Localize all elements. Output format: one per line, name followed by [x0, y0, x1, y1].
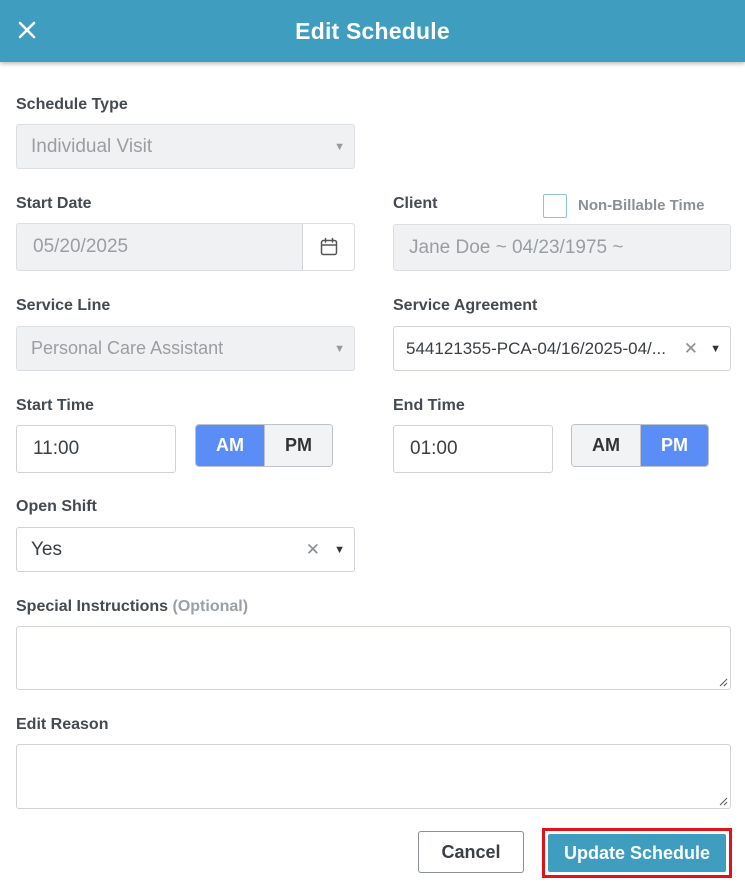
- start-date-label: Start Date: [16, 195, 92, 212]
- end-time-pm-button[interactable]: PM: [640, 425, 708, 466]
- start-time-pm-button[interactable]: PM: [264, 425, 332, 466]
- open-shift-select[interactable]: Yes ✕ ▼: [16, 527, 355, 572]
- end-time-ampm-toggle: AM PM: [571, 424, 709, 467]
- calendar-icon: [320, 237, 337, 256]
- special-instructions-label-text: Special Instructions: [16, 598, 169, 615]
- schedule-type-label: Schedule Type: [16, 96, 128, 113]
- end-time-label: End Time: [393, 397, 465, 414]
- edit-reason-textarea[interactable]: [16, 744, 731, 809]
- service-agreement-value: 544121355-PCA-04/16/2025-04/...: [406, 338, 666, 358]
- modal-header: Edit Schedule: [0, 0, 745, 62]
- service-agreement-select[interactable]: 544121355-PCA-04/16/2025-04/... ✕ ▼: [393, 326, 731, 371]
- optional-label: (Optional): [172, 598, 249, 615]
- close-icon[interactable]: [14, 17, 40, 43]
- client-value: Jane Doe ~ 04/23/1975 ~: [409, 236, 624, 258]
- non-billable-checkbox[interactable]: [543, 194, 567, 218]
- chevron-down-icon: ▼: [334, 140, 345, 153]
- schedule-type-value: Individual Visit: [31, 135, 153, 157]
- open-shift-label: Open Shift: [16, 498, 97, 515]
- schedule-type-select: Individual Visit ▼: [16, 124, 355, 169]
- service-line-label: Service Line: [16, 297, 111, 314]
- calendar-button[interactable]: [302, 224, 354, 270]
- service-line-select: Personal Care Assistant ▼: [16, 326, 355, 371]
- service-line-value: Personal Care Assistant: [31, 338, 224, 358]
- modal-title: Edit Schedule: [295, 17, 450, 44]
- client-field: Jane Doe ~ 04/23/1975 ~: [393, 224, 731, 271]
- start-time-label: Start Time: [16, 397, 94, 414]
- resize-grip-icon[interactable]: [718, 677, 728, 687]
- clear-icon[interactable]: ✕: [684, 339, 698, 359]
- client-label: Client: [393, 195, 438, 212]
- special-instructions-label: Special Instructions (Optional): [16, 598, 248, 616]
- start-time-value: 11:00: [33, 438, 80, 459]
- update-schedule-highlight: Update Schedule: [542, 828, 732, 878]
- start-time-input[interactable]: 11:00: [16, 425, 176, 473]
- start-time-am-button[interactable]: AM: [196, 425, 264, 466]
- open-shift-value: Yes: [31, 538, 62, 560]
- start-time-ampm-toggle: AM PM: [195, 424, 333, 467]
- start-date-field: 05/20/2025: [16, 223, 355, 271]
- chevron-down-icon[interactable]: ▼: [710, 343, 721, 355]
- chevron-down-icon[interactable]: ▼: [334, 544, 345, 556]
- special-instructions-textarea[interactable]: [16, 626, 731, 690]
- end-time-value: 01:00: [410, 438, 458, 459]
- end-time-am-button[interactable]: AM: [572, 425, 640, 466]
- update-schedule-button[interactable]: Update Schedule: [548, 834, 726, 872]
- edit-reason-label: Edit Reason: [16, 716, 109, 733]
- service-agreement-label: Service Agreement: [393, 297, 538, 314]
- end-time-input[interactable]: 01:00: [393, 425, 553, 473]
- cancel-button[interactable]: Cancel: [418, 831, 524, 873]
- resize-grip-icon[interactable]: [718, 796, 728, 806]
- chevron-down-icon: ▼: [334, 342, 345, 355]
- non-billable-label: Non-Billable Time: [578, 197, 705, 214]
- clear-icon[interactable]: ✕: [306, 540, 320, 560]
